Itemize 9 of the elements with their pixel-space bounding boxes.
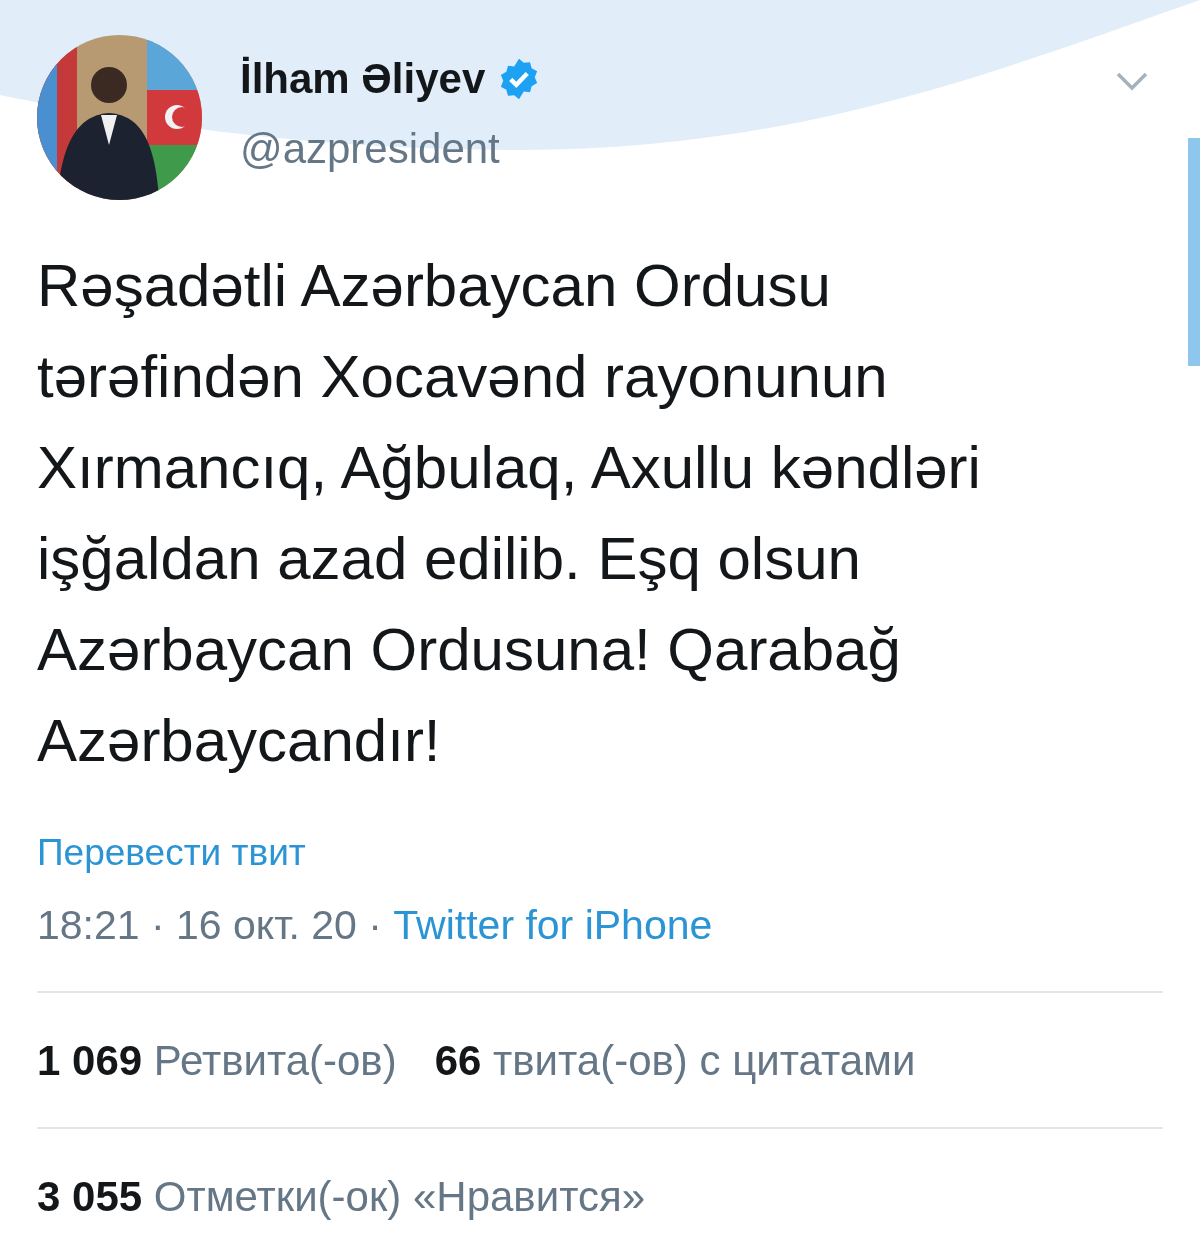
retweet-count[interactable]: 66 твита(-ов) с цитатами xyxy=(434,1037,916,1087)
tweet-timestamp: 18:21 · 16 окт. 20 · xyxy=(37,902,383,948)
scrollbar[interactable] xyxy=(1188,138,1200,366)
tweet-text: Rəşadətli Azərbaycan Ordusu tərəfindən Xocavənd rayonunun Xırmancıq, Ağbulaq, Axullu kəndləri işğaldan azad edilib. Eşq olsun Azərbaycan Ordusuna! Qarabağ Azərbaycandır! xyxy=(37,251,982,776)
like-count[interactable]: 3 055 Отметки(-ок) «Нравится» xyxy=(37,1173,645,1223)
author-name[interactable]: İlham Əliyev xyxy=(240,55,486,103)
retweet-count[interactable]: 1 069 Ретвита(-ов) xyxy=(37,1037,397,1087)
chevron-down-icon[interactable] xyxy=(1116,71,1148,91)
author-handle[interactable]: @azpresident xyxy=(240,125,542,173)
